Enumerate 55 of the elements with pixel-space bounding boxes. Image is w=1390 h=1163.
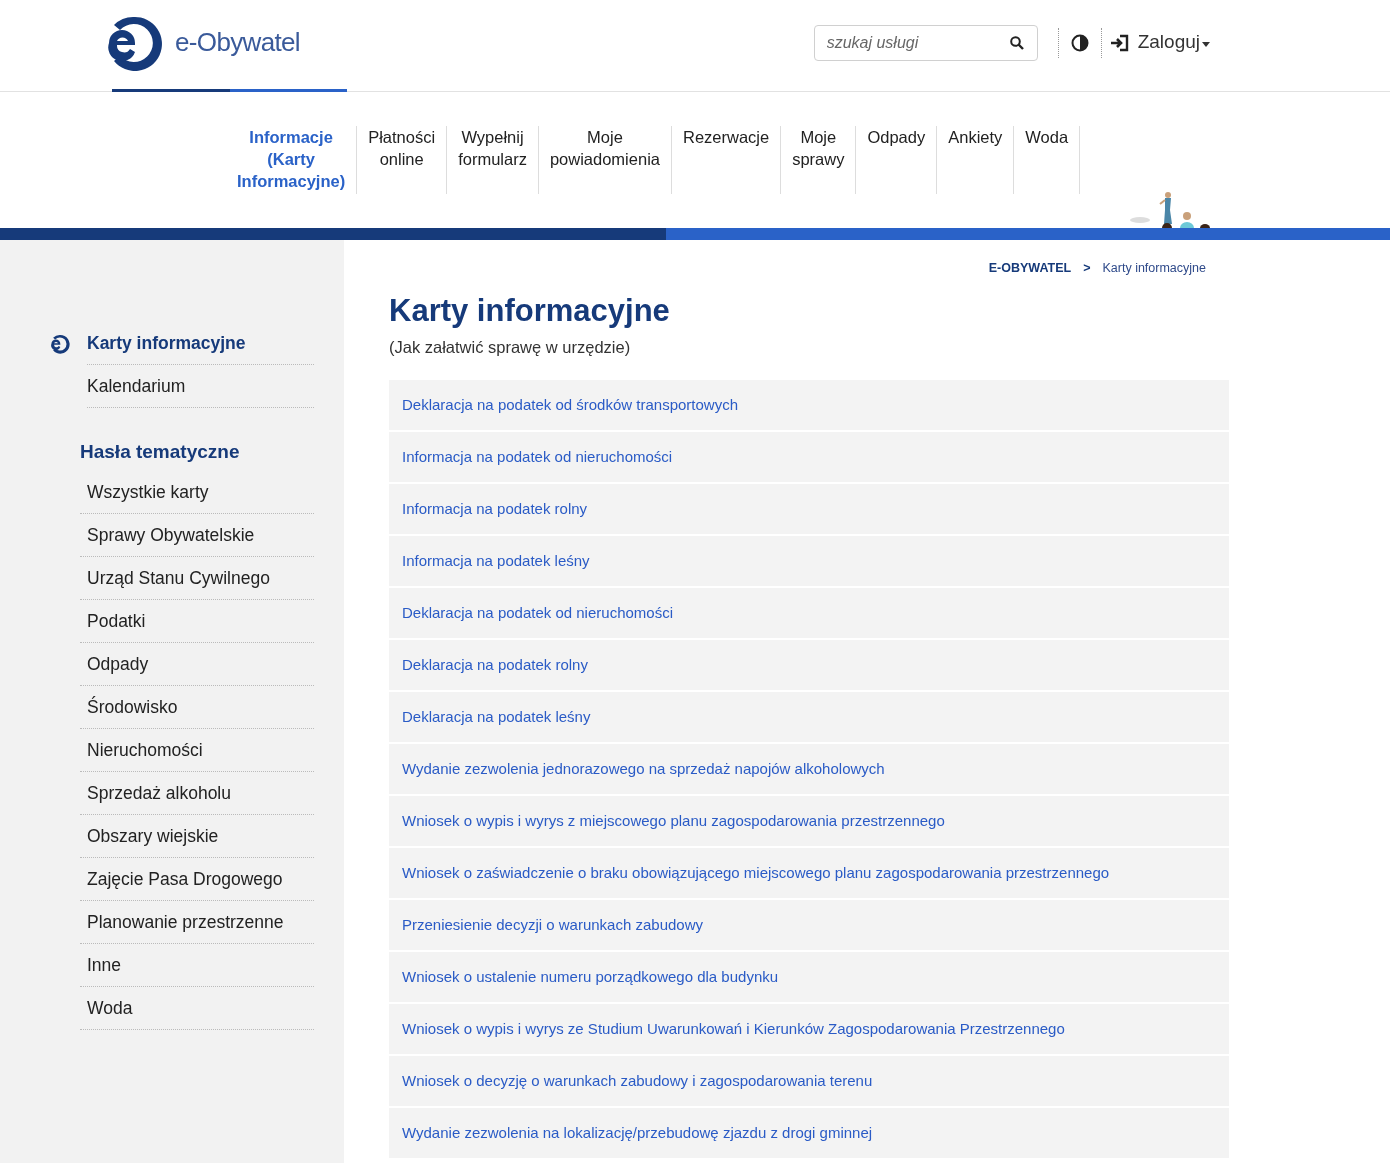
sidebar-link[interactable]: Woda bbox=[80, 986, 133, 1029]
sidebar-link[interactable]: Planowanie przestrzenne bbox=[80, 900, 284, 943]
search-icon bbox=[1009, 35, 1024, 50]
sidebar-item[interactable]: Kalendarium bbox=[50, 365, 314, 408]
card-link[interactable]: Deklaracja na podatek od nieruchomości bbox=[402, 602, 673, 625]
breadcrumb-current: Karty informacyjne bbox=[1102, 260, 1206, 277]
nav-tab[interactable]: Moje powiadomienia bbox=[538, 126, 672, 194]
card-link[interactable]: Wniosek o wypis i wyrys z miejscowego planu zagospodarowania przestrzennego bbox=[402, 810, 945, 833]
logo-link[interactable]: e-Obywatel bbox=[105, 14, 300, 71]
login-icon bbox=[1109, 33, 1130, 52]
card-link[interactable]: Deklaracja na podatek leśny bbox=[402, 706, 591, 729]
card-link[interactable]: Wniosek o ustalenie numeru porządkowego dla budynku bbox=[402, 966, 779, 989]
nav-tab[interactable]: Moje sprawy bbox=[781, 126, 857, 194]
logo-icon bbox=[105, 14, 163, 71]
sidebar-link[interactable]: Inne bbox=[80, 943, 122, 986]
sidebar-link[interactable]: Wszystkie karty bbox=[80, 470, 209, 513]
sidebar-heading: Hasła tematyczne bbox=[80, 440, 241, 464]
nav-tab[interactable]: Wypełnij formularz bbox=[447, 126, 539, 194]
sidebar-link[interactable]: Zajęcie Pasa Drogowego bbox=[80, 857, 283, 900]
sidebar-link[interactable]: Obszary wiejskie bbox=[80, 814, 219, 857]
contrast-icon bbox=[1070, 33, 1089, 52]
breadcrumb-link[interactable]: E-OBYWATEL bbox=[988, 259, 1072, 278]
logo-icon bbox=[50, 333, 70, 354]
card-link[interactable]: Wniosek o zaświadczenie o braku obowiązującego miejscowego planu zagospodarowania przestrzennego bbox=[402, 862, 1110, 885]
search-field[interactable]: szukaj usługi bbox=[813, 24, 1038, 61]
breadcrumb-separator: > bbox=[1083, 260, 1091, 277]
nav-tab[interactable]: Woda bbox=[1014, 126, 1081, 194]
card-link[interactable]: Wydanie zezwolenia jednorazowego na sprzedaż napojów alkoholowych bbox=[402, 758, 885, 781]
card-link[interactable]: Informacja na podatek leśny bbox=[402, 550, 590, 573]
sidebar-link[interactable]: Sprawy Obywatelskie bbox=[80, 513, 255, 556]
nav-tab[interactable]: Rezerwacje bbox=[671, 126, 782, 194]
sidebar-link[interactable]: Środowisko bbox=[80, 685, 178, 728]
sidebar-link[interactable]: Odpady bbox=[80, 642, 149, 685]
login-button[interactable]: Zaloguj bbox=[1109, 28, 1210, 57]
card-link[interactable]: Wniosek o decyzję o warunkach zabudowy i zagospodarowania terenu bbox=[402, 1070, 873, 1093]
sidebar-link[interactable]: Sprzedaż alkoholu bbox=[80, 771, 231, 814]
card-link[interactable]: Deklaracja na podatek rolny bbox=[402, 654, 588, 677]
card-link[interactable]: Deklaracja na podatek od środków transportowych bbox=[402, 394, 738, 417]
card-link[interactable]: Przeniesienie decyzji o warunkach zabudowy bbox=[402, 914, 703, 937]
card-link[interactable]: Informacja na podatek od nieruchomości bbox=[402, 446, 673, 469]
sidebar-link[interactable]: Podatki bbox=[80, 599, 146, 642]
card-link[interactable]: Informacja na podatek rolny bbox=[402, 498, 588, 521]
logo-text: e-Obywatel bbox=[175, 26, 300, 59]
nav-tab[interactable]: Odpady bbox=[856, 126, 938, 194]
nav-tab[interactable]: Płatności online bbox=[357, 126, 448, 194]
card-link[interactable]: Wniosek o wypis i wyrys ze Studium Uwarunkowań i Kierunków Zagospodarowania Przestrzennego bbox=[402, 1018, 1065, 1041]
nav-tab[interactable]: Ankiety bbox=[937, 126, 1015, 194]
card-link[interactable]: Wydanie zezwolenia na lokalizację/przebudowę zjazdu z drogi gminnej bbox=[402, 1122, 873, 1145]
nav-tab[interactable]: Informacje (Karty Informacyjne) bbox=[226, 126, 358, 194]
sidebar-item[interactable]: Karty informacyjne bbox=[50, 322, 314, 365]
page-subtitle: (Jak załatwić sprawę w urzędzie) bbox=[389, 336, 632, 358]
sidebar-link[interactable]: Nieruchomości bbox=[80, 728, 203, 771]
caret-icon bbox=[1202, 42, 1210, 47]
page-title: Karty informacyjne bbox=[389, 291, 671, 330]
sidebar-link[interactable]: Urząd Stanu Cywilnego bbox=[80, 556, 270, 599]
